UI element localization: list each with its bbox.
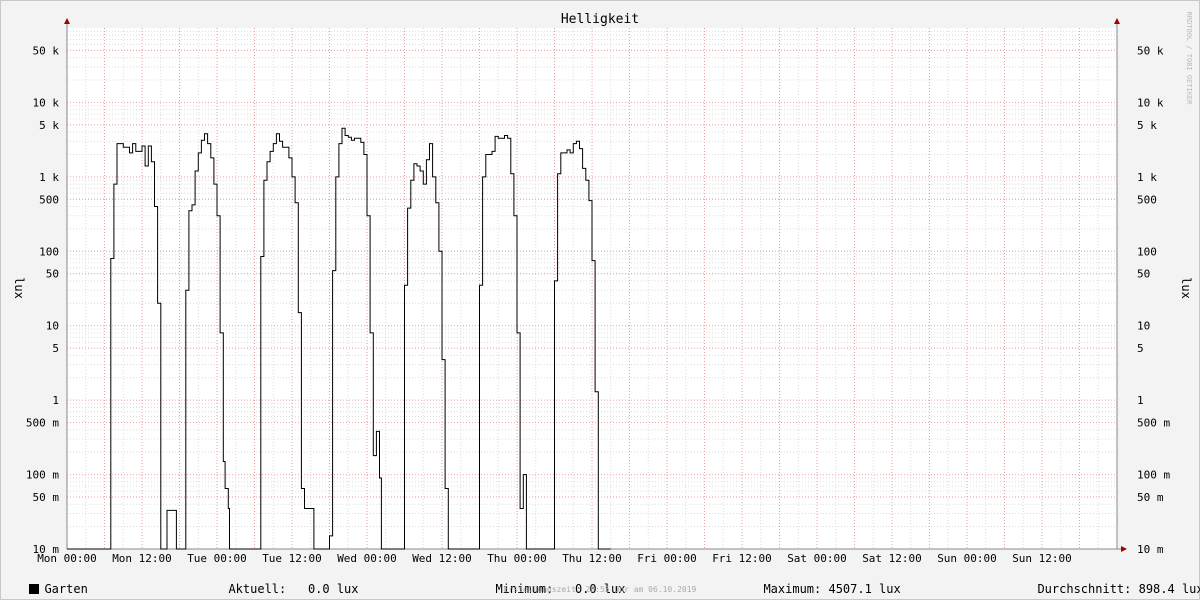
y-tick-label-right: 10 — [1137, 320, 1150, 333]
x-tick-label: Mon 00:00 — [37, 552, 97, 565]
x-tick-label: Fri 12:00 — [712, 552, 772, 565]
y-tick-label-left: 5 k — [39, 119, 59, 132]
x-tick-label: Wed 12:00 — [412, 552, 472, 565]
y-tick-label-right: 500 m — [1137, 417, 1170, 430]
x-tick-label: Sat 12:00 — [862, 552, 922, 565]
y-tick-label-right: 1 k — [1137, 171, 1157, 184]
y-axis-label-right: lux — [1179, 277, 1193, 299]
x-tick-label: Wed 00:00 — [337, 552, 397, 565]
x-tick-label: Sun 00:00 — [937, 552, 997, 565]
y-tick-label-left: 10 k — [33, 96, 60, 109]
y-tick-label-left: 500 m — [26, 417, 59, 430]
y-tick-label-right: 500 — [1137, 193, 1157, 206]
x-tick-label: Sun 12:00 — [1012, 552, 1072, 565]
y-tick-label-left: 50 — [46, 268, 59, 281]
rrdtool-watermark: RRDTOOL / TOBI OETIKER — [1185, 12, 1193, 106]
y-axis-left-arrow — [64, 18, 70, 24]
x-tick-label: Thu 12:00 — [562, 552, 622, 565]
x-tick-label: Thu 00:00 — [487, 552, 547, 565]
x-tick-label: Sat 00:00 — [787, 552, 847, 565]
x-tick-label: Mon 12:00 — [112, 552, 172, 565]
y-tick-label-right: 1 — [1137, 394, 1144, 407]
x-axis-arrow — [1121, 546, 1127, 552]
y-tick-label-right: 100 — [1137, 245, 1157, 258]
y-tick-label-right: 50 — [1137, 268, 1150, 281]
y-tick-label-left: 500 — [39, 193, 59, 206]
y-tick-label-right: 5 — [1137, 342, 1144, 355]
y-axis-label-left: lux — [12, 277, 26, 299]
y-tick-label-left: 1 k — [39, 171, 59, 184]
y-tick-label-left: 50 m — [33, 491, 60, 504]
y-tick-label-right: 10 k — [1137, 96, 1164, 109]
chart-title: Helligkeit — [561, 12, 639, 27]
y-tick-label-right: 100 m — [1137, 469, 1170, 482]
y-tick-label-left: 5 — [52, 342, 59, 355]
y-tick-label-right: 10 m — [1137, 543, 1164, 556]
y-tick-label-left: 100 — [39, 245, 59, 258]
x-tick-label: Tue 12:00 — [262, 552, 322, 565]
y-axis-right-arrow — [1114, 18, 1120, 24]
y-tick-label-left: 100 m — [26, 469, 59, 482]
y-tick-label-left: 1 — [52, 394, 59, 407]
y-tick-label-left: 10 — [46, 320, 59, 333]
y-tick-label-right: 50 m — [1137, 491, 1164, 504]
y-tick-label-left: 50 k — [33, 44, 60, 57]
footer-timestamp: Erstellungszeit: 23:55 Uhr am 06.10.2019 — [503, 585, 697, 594]
y-tick-label-right: 5 k — [1137, 119, 1157, 132]
brightness-chart: 50 k 50 k 10 k 10 k 5 k 5 k 1 k 1 k 500 500 100 100… — [12, 12, 1193, 565]
y-tick-label-right: 50 k — [1137, 44, 1164, 57]
x-tick-label: Fri 00:00 — [637, 552, 697, 565]
x-tick-label: Tue 00:00 — [187, 552, 247, 565]
